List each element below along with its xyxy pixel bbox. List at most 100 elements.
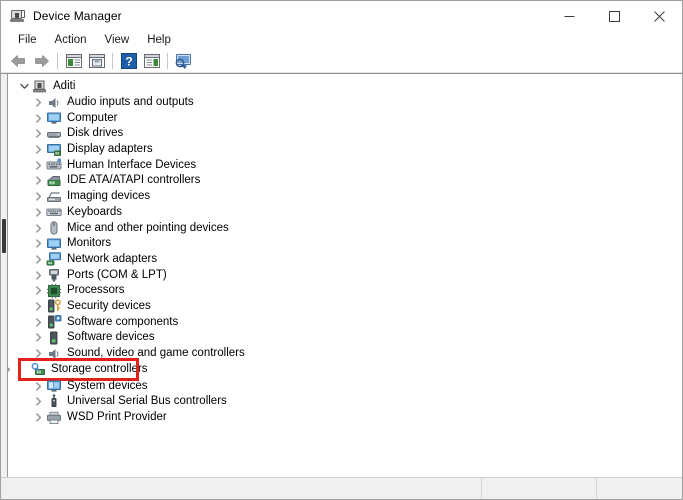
minimize-button[interactable] (547, 1, 592, 31)
maximize-button[interactable] (592, 1, 637, 31)
tree-item-imaging-devices[interactable]: Imaging devices (8, 189, 682, 205)
menu-item-file[interactable]: File (9, 31, 46, 49)
tree-item-system-devices[interactable]: System devices (8, 378, 682, 394)
tree-item-mice-and-other-pointing-devices[interactable]: Mice and other pointing devices (8, 220, 682, 236)
tree-node-root[interactable]: Aditi (8, 79, 682, 95)
tree-item-monitors[interactable]: Monitors (8, 236, 682, 252)
speaker-icon (46, 95, 62, 111)
pane-splitter[interactable] (1, 74, 8, 477)
chevron-right-icon[interactable] (30, 315, 46, 330)
content-area: Aditi Audio inputs and outputs Computer … (1, 73, 682, 477)
toolbar-separator (112, 52, 113, 69)
tree-item-label: Ports (COM & LPT) (67, 268, 167, 281)
menu-item-view[interactable]: View (96, 31, 139, 49)
chevron-right-icon[interactable] (30, 346, 46, 361)
tree-item-ports-com-and-lpt[interactable]: Ports (COM & LPT) (8, 267, 682, 283)
software-component-icon (46, 314, 62, 330)
tree-item-label: Imaging devices (67, 190, 151, 203)
tree-item-network-adapters[interactable]: Network adapters (8, 252, 682, 268)
tree-item-label: Computer (67, 111, 118, 124)
window-title: Device Manager (33, 9, 122, 23)
chevron-right-icon[interactable] (30, 410, 46, 425)
status-bar-main (1, 478, 482, 499)
chevron-right-icon[interactable] (30, 126, 46, 141)
chevron-right-icon[interactable] (30, 173, 46, 188)
forward-arrow-icon[interactable] (30, 50, 53, 72)
chevron-right-icon[interactable] (30, 111, 46, 126)
tree-item-display-adapters[interactable]: Display adapters (8, 142, 682, 158)
scan-hardware-changes-icon[interactable] (172, 50, 195, 72)
chevron-right-icon[interactable] (30, 221, 46, 236)
chevron-right-icon[interactable] (30, 142, 46, 157)
tree-item-label: WSD Print Provider (67, 411, 167, 424)
help-icon[interactable]: ? (117, 50, 140, 72)
menu-item-action[interactable]: Action (46, 31, 96, 49)
tree-item-label: Mice and other pointing devices (67, 221, 229, 234)
tree-item-sound-video-and-game-controllers[interactable]: Sound, video and game controllers (8, 346, 682, 362)
device-manager-icon (10, 8, 26, 24)
tree-item-computer[interactable]: Computer (8, 110, 682, 126)
update-driver-icon[interactable] (85, 50, 108, 72)
sound-controller-icon (46, 346, 62, 362)
menu-item-help[interactable]: Help (138, 31, 180, 49)
printer-icon (46, 410, 62, 426)
back-arrow-icon[interactable] (7, 50, 30, 72)
port-icon (46, 267, 62, 283)
title-bar: Device Manager (1, 1, 682, 31)
chevron-right-icon[interactable] (30, 236, 46, 251)
ide-controller-icon (46, 173, 62, 189)
chevron-right-icon[interactable] (30, 283, 46, 298)
monitor-icon (46, 236, 62, 252)
tree-item-wsd-print-provider[interactable]: WSD Print Provider (8, 410, 682, 426)
chevron-right-icon[interactable] (30, 205, 46, 220)
chevron-down-icon[interactable] (16, 79, 32, 94)
toolbar-separator (167, 52, 168, 69)
tree-item-human-interface-devices[interactable]: Human Interface Devices (8, 157, 682, 173)
show-hidden-devices-icon[interactable] (140, 50, 163, 72)
chevron-right-icon[interactable] (30, 252, 46, 267)
status-bar-tertiary (597, 478, 682, 499)
svg-text:?: ? (125, 54, 132, 68)
tree-item-audio-inputs-and-outputs[interactable]: Audio inputs and outputs (8, 95, 682, 111)
toolbar: ? (1, 49, 682, 73)
toolbar-separator (57, 52, 58, 69)
chevron-right-icon[interactable] (30, 330, 46, 345)
splitter-grip[interactable] (2, 219, 6, 253)
chevron-right-icon[interactable] (8, 362, 15, 377)
tree-item-keyboards[interactable]: Keyboards (8, 205, 682, 221)
tree-item-label: Keyboards (67, 205, 122, 218)
processor-icon (46, 283, 62, 299)
keyboard-icon (46, 204, 62, 220)
tree-item-storage-controllers[interactable]: Storage controllers (8, 358, 148, 382)
properties-icon[interactable] (62, 50, 85, 72)
tree-item-security-devices[interactable]: Security devices (8, 299, 682, 315)
tree-item-label: Display adapters (67, 143, 153, 156)
monitor-icon (46, 110, 62, 126)
tree-item-label: Audio inputs and outputs (67, 96, 194, 109)
tree-item-label: Storage controllers (51, 363, 148, 376)
tree-item-label: Universal Serial Bus controllers (67, 395, 227, 408)
tree-item-ide-ata-atapi-controllers[interactable]: IDE ATA/ATAPI controllers (8, 173, 682, 189)
tree-item-disk-drives[interactable]: Disk drives (8, 126, 682, 142)
chevron-right-icon[interactable] (30, 268, 46, 283)
device-tree[interactable]: Aditi Audio inputs and outputs Computer … (8, 74, 682, 477)
chevron-right-icon[interactable] (30, 189, 46, 204)
chevron-right-icon[interactable] (30, 299, 46, 314)
tree-item-universal-serial-bus-controllers[interactable]: Universal Serial Bus controllers (8, 394, 682, 410)
storage-controller-icon (30, 362, 46, 378)
disk-drive-icon (46, 126, 62, 142)
imaging-device-icon (46, 189, 62, 205)
close-button[interactable] (637, 1, 682, 31)
tree-item-processors[interactable]: Processors (8, 283, 682, 299)
device-manager-window: Device Manager File Action View Help ? A… (0, 0, 683, 500)
chevron-right-icon[interactable] (30, 394, 46, 409)
status-bar (1, 477, 682, 499)
tree-item-software-devices[interactable]: Software devices (8, 330, 682, 346)
tree-item-software-components[interactable]: Software components (8, 314, 682, 330)
tree-item-label: IDE ATA/ATAPI controllers (67, 174, 201, 187)
display-adapter-icon (46, 142, 62, 158)
chevron-right-icon[interactable] (30, 95, 46, 110)
chevron-right-icon[interactable] (30, 379, 46, 394)
chevron-right-icon[interactable] (30, 158, 46, 173)
tree-item-label: Monitors (67, 237, 112, 250)
